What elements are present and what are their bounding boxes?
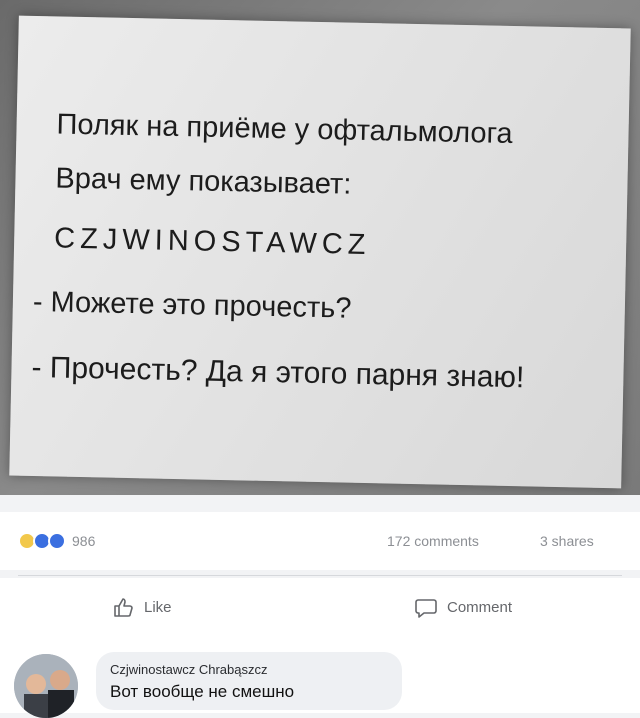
comment-bubble: Czjwinostawcz Chrabąszcz Вот вообще не с… [96,652,402,710]
avatar-photo-icon [14,654,78,718]
shares-count[interactable]: 3 shares [540,533,594,549]
reaction-count[interactable]: 986 [72,533,95,549]
comment-icon [415,599,437,618]
joke-line-1: Поляк на приёме у офтальмолога [56,108,513,151]
comment-text: Вот вообще не смешно [110,682,295,701]
post-photo[interactable]: Поляк на приёме у офтальмолога Врач ему … [0,0,640,495]
joke-line-2: Врач ему показывает: [55,162,352,201]
divider [18,575,622,576]
thumbs-up-icon [114,598,133,617]
joke-line-4: - Можете это прочесть? [32,286,352,325]
love-icon[interactable] [48,532,66,550]
paper-note: Поляк на приёме у офтальмолога Врач ему … [9,15,631,489]
comments-count[interactable]: 172 comments [387,533,479,549]
comment-button[interactable]: Comment [415,595,512,619]
reactions-bar: 986 172 comments 3 shares [0,512,640,570]
comment-label: Comment [447,598,513,616]
eye-chart-letters: CZJWINOSTAWCZ [53,222,371,262]
avatar[interactable] [14,654,78,718]
like-label: Like [144,598,172,616]
comment-author[interactable]: Czjwinostawcz Chrabąszcz [110,662,268,677]
joke-line-5: - Прочесть? Да я этого парня знаю! [31,350,525,395]
like-button[interactable]: Like [112,595,172,619]
action-bar: Like Comment [0,578,640,636]
comment: Czjwinostawcz Chrabąszcz Вот вообще не с… [0,636,640,718]
